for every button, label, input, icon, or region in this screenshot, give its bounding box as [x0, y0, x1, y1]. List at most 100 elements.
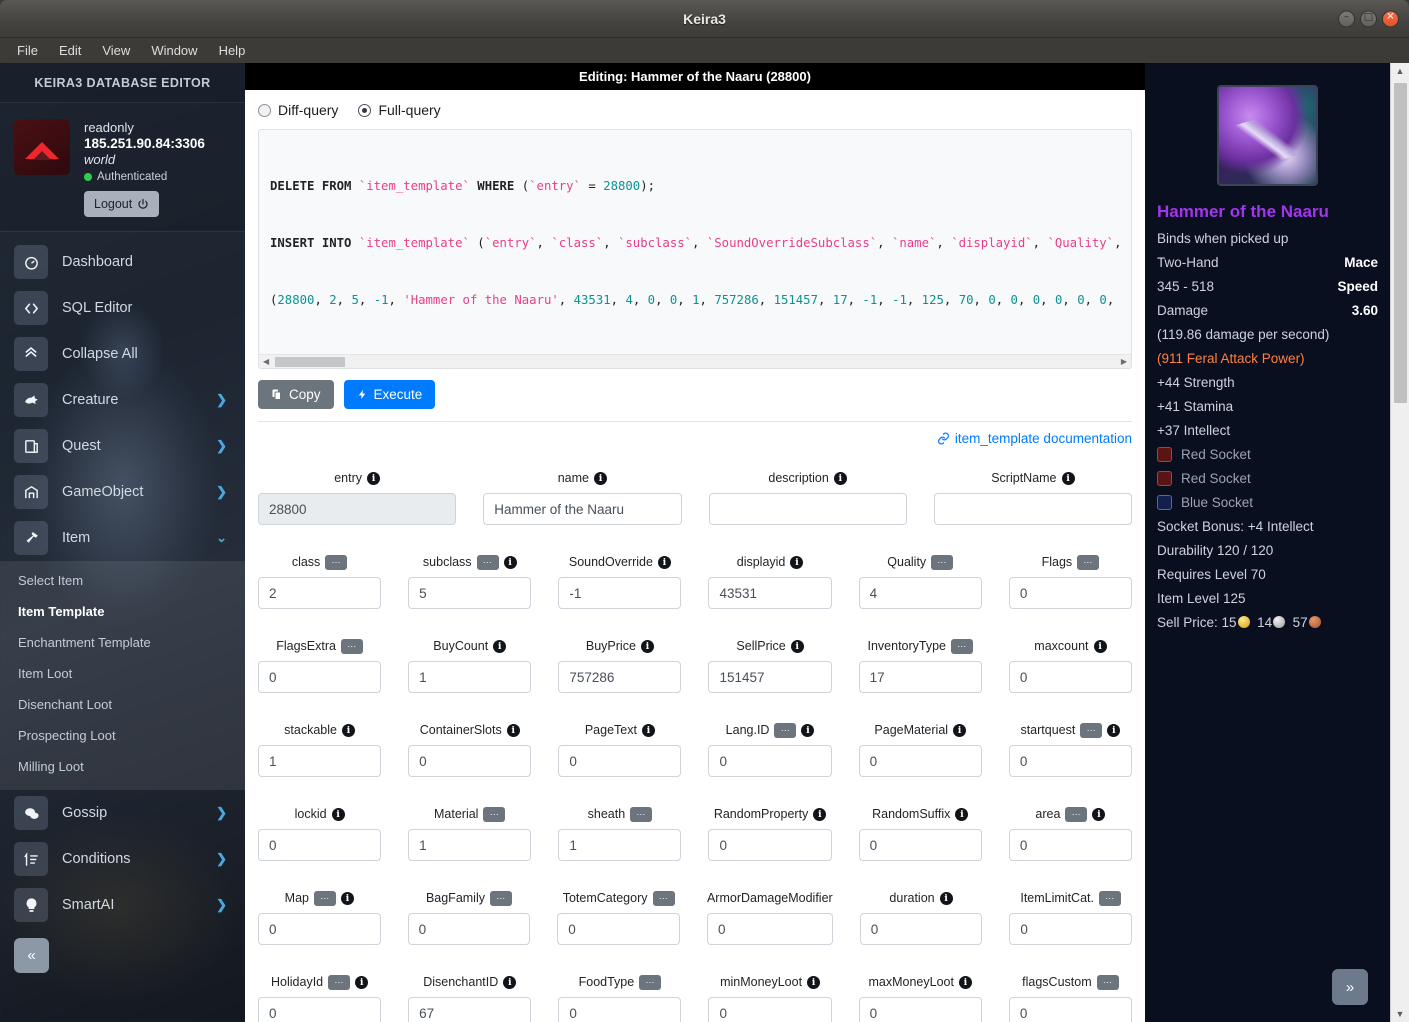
- input-buycount[interactable]: [408, 661, 531, 693]
- input-flagscustom[interactable]: [1009, 997, 1132, 1022]
- input-name[interactable]: [483, 493, 681, 525]
- options-button-startquest[interactable]: ...: [1080, 723, 1102, 738]
- options-button-area[interactable]: ...: [1065, 807, 1087, 822]
- info-icon-buyprice[interactable]: i: [641, 640, 654, 653]
- options-button-subclass[interactable]: ...: [477, 555, 499, 570]
- options-button-totemcategory[interactable]: ...: [653, 891, 675, 906]
- sql-preview-box[interactable]: DELETE FROM `item_template` WHERE (`entr…: [258, 129, 1132, 369]
- sidebar-item-conditions[interactable]: Conditions ❯: [0, 836, 245, 882]
- input-flags[interactable]: [1009, 577, 1132, 609]
- input-lang-id[interactable]: [708, 745, 831, 777]
- expand-panel-button[interactable]: »: [1332, 969, 1368, 1005]
- info-icon-entry[interactable]: i: [367, 472, 380, 485]
- input-stackable[interactable]: [258, 745, 381, 777]
- info-icon-lang-id[interactable]: i: [801, 724, 814, 737]
- options-button-lang-id[interactable]: ...: [774, 723, 796, 738]
- menu-file[interactable]: File: [8, 40, 47, 61]
- scroll-thumb[interactable]: [275, 357, 345, 367]
- input-flagsextra[interactable]: [258, 661, 381, 693]
- menu-window[interactable]: Window: [142, 40, 206, 61]
- input-sellprice[interactable]: [708, 661, 831, 693]
- info-icon-lockid[interactable]: i: [332, 808, 345, 821]
- input-bagfamily[interactable]: [408, 913, 531, 945]
- logout-button[interactable]: Logout: [84, 191, 159, 217]
- sidebar-item-item-loot[interactable]: Item Loot: [0, 658, 245, 689]
- menu-edit[interactable]: Edit: [50, 40, 90, 61]
- sidebar-item-enchantment-template[interactable]: Enchantment Template: [0, 627, 245, 658]
- options-button-map[interactable]: ...: [314, 891, 336, 906]
- input-sheath[interactable]: [558, 829, 681, 861]
- sidebar-item-select-item[interactable]: Select Item: [0, 565, 245, 596]
- info-icon-displayid[interactable]: i: [790, 556, 803, 569]
- input-map[interactable]: [258, 913, 381, 945]
- input-startquest[interactable]: [1009, 745, 1132, 777]
- input-area[interactable]: [1009, 829, 1132, 861]
- sidebar-item-item[interactable]: Item ⌄: [0, 515, 245, 561]
- options-button-quality[interactable]: ...: [931, 555, 953, 570]
- info-icon-sellprice[interactable]: i: [791, 640, 804, 653]
- info-icon-description[interactable]: i: [834, 472, 847, 485]
- options-button-material[interactable]: ...: [483, 807, 505, 822]
- scrollbar-thumb[interactable]: [1394, 83, 1407, 403]
- input-scriptname[interactable]: [934, 493, 1132, 525]
- info-icon-maxmoneyloot[interactable]: i: [959, 976, 972, 989]
- info-icon-scriptname[interactable]: i: [1062, 472, 1075, 485]
- info-icon-buycount[interactable]: i: [493, 640, 506, 653]
- info-icon-maxcount[interactable]: i: [1094, 640, 1107, 653]
- input-duration[interactable]: [860, 913, 983, 945]
- info-icon-minmoneyloot[interactable]: i: [807, 976, 820, 989]
- info-icon-randomproperty[interactable]: i: [813, 808, 826, 821]
- info-icon-pagematerial[interactable]: i: [953, 724, 966, 737]
- sidebar-item-disenchant-loot[interactable]: Disenchant Loot: [0, 689, 245, 720]
- input-description[interactable]: [709, 493, 907, 525]
- menu-help[interactable]: Help: [210, 40, 255, 61]
- scroll-down-icon[interactable]: ▼: [1396, 1006, 1405, 1022]
- close-button[interactable]: ✕: [1382, 10, 1399, 27]
- scroll-up-icon[interactable]: ▲: [1396, 63, 1405, 79]
- options-button-foodtype[interactable]: ...: [639, 975, 661, 990]
- execute-button[interactable]: Execute: [344, 380, 436, 409]
- options-button-itemlimitcat[interactable]: ...: [1099, 891, 1121, 906]
- sidebar-item-smartai[interactable]: SmartAI ❯: [0, 882, 245, 928]
- input-disenchantid[interactable]: [408, 997, 531, 1022]
- info-icon-startquest[interactable]: i: [1107, 724, 1120, 737]
- input-armordamagemodifier[interactable]: [707, 913, 833, 945]
- input-entry[interactable]: [258, 493, 456, 525]
- sidebar-item-gossip[interactable]: Gossip ❯: [0, 790, 245, 836]
- options-button-holidayid[interactable]: ...: [328, 975, 350, 990]
- info-icon-disenchantid[interactable]: i: [503, 976, 516, 989]
- info-icon-stackable[interactable]: i: [342, 724, 355, 737]
- item-template-documentation-link[interactable]: item_template documentation: [937, 431, 1132, 446]
- info-icon-holidayid[interactable]: i: [355, 976, 368, 989]
- input-displayid[interactable]: [708, 577, 831, 609]
- options-button-inventorytype[interactable]: ...: [951, 639, 973, 654]
- radio-diff-query[interactable]: Diff-query: [258, 102, 338, 118]
- options-button-bagfamily[interactable]: ...: [490, 891, 512, 906]
- input-soundoverride[interactable]: [558, 577, 681, 609]
- options-button-sheath[interactable]: ...: [630, 807, 652, 822]
- options-button-class[interactable]: ...: [325, 555, 347, 570]
- scroll-left-icon[interactable]: ◀: [259, 357, 273, 366]
- menu-view[interactable]: View: [93, 40, 139, 61]
- input-class[interactable]: [258, 577, 381, 609]
- sidebar-item-sql-editor[interactable]: SQL Editor: [0, 285, 245, 331]
- options-button-flags[interactable]: ...: [1077, 555, 1099, 570]
- sidebar-item-milling-loot[interactable]: Milling Loot: [0, 751, 245, 782]
- input-foodtype[interactable]: [558, 997, 681, 1022]
- info-icon-duration[interactable]: i: [940, 892, 953, 905]
- input-material[interactable]: [408, 829, 531, 861]
- input-pagematerial[interactable]: [859, 745, 982, 777]
- info-icon-area[interactable]: i: [1092, 808, 1105, 821]
- sidebar-item-dashboard[interactable]: Dashboard: [0, 239, 245, 285]
- minimize-button[interactable]: –: [1338, 10, 1355, 27]
- input-subclass[interactable]: [408, 577, 531, 609]
- input-itemlimitcat[interactable]: [1009, 913, 1132, 945]
- input-inventorytype[interactable]: [859, 661, 982, 693]
- scroll-right-icon[interactable]: ▶: [1117, 357, 1131, 366]
- info-icon-containerslots[interactable]: i: [507, 724, 520, 737]
- input-totemcategory[interactable]: [557, 913, 680, 945]
- info-icon-map[interactable]: i: [341, 892, 354, 905]
- input-containerslots[interactable]: [408, 745, 531, 777]
- input-maxmoneyloot[interactable]: [859, 997, 982, 1022]
- sql-horizontal-scrollbar[interactable]: ◀ ▶: [259, 354, 1131, 368]
